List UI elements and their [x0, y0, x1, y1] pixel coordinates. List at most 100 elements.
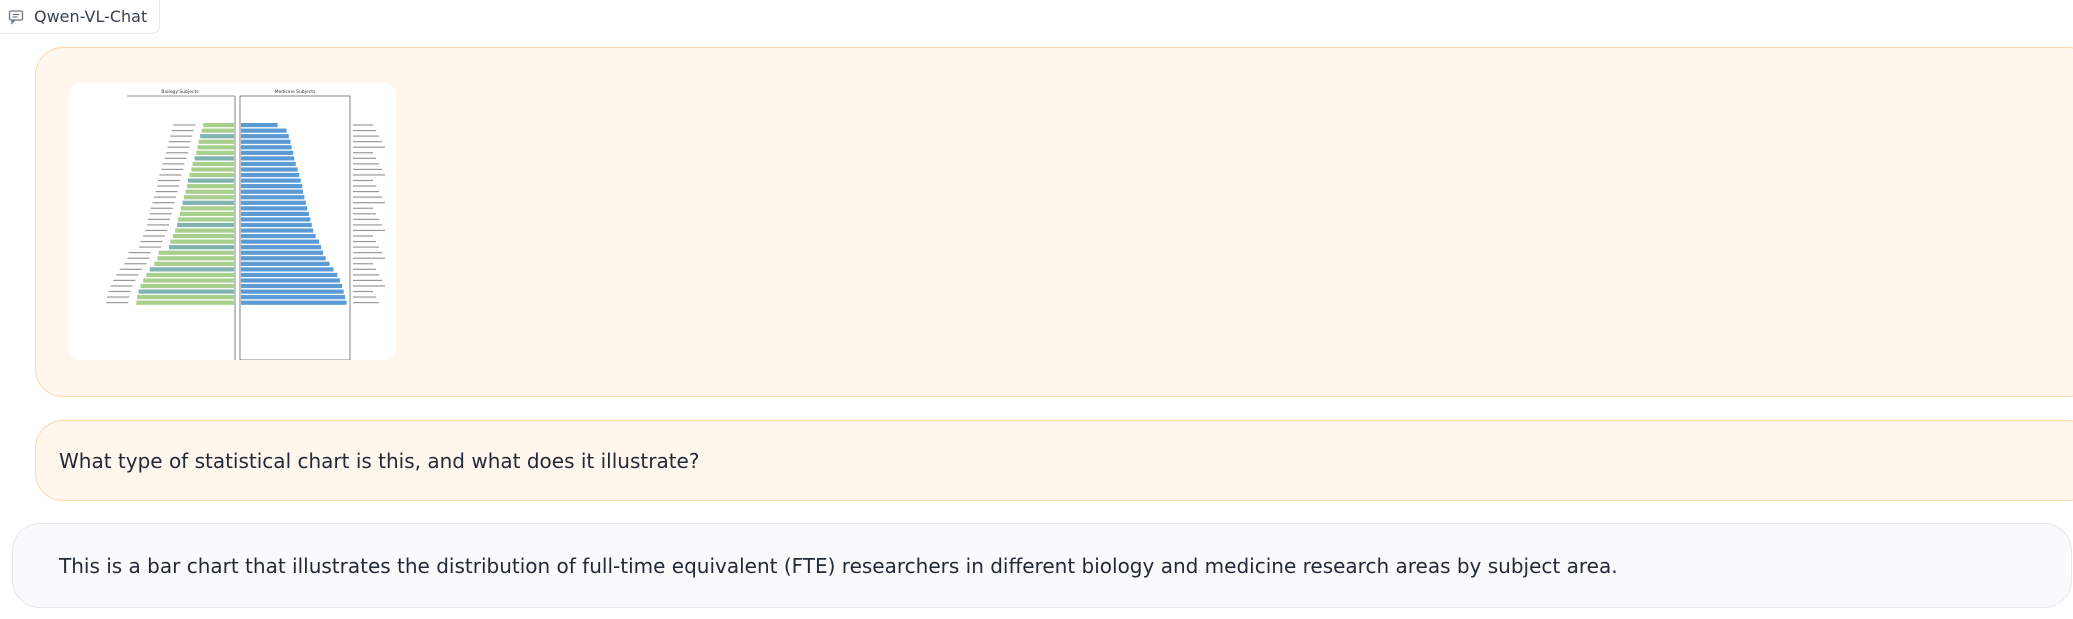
medicine-row-label [353, 218, 379, 220]
medicine-bar [241, 261, 330, 266]
medicine-row-label [353, 196, 382, 198]
biology-row-label [113, 279, 136, 281]
medicine-bar [241, 189, 303, 194]
medicine-row-label [353, 257, 385, 259]
medicine-row-label [353, 157, 376, 159]
biology-bar [201, 128, 234, 133]
biology-bar [192, 161, 234, 167]
medicine-row-label [353, 235, 373, 237]
medicine-row-label [353, 207, 373, 209]
medicine-bar [241, 211, 309, 216]
biology-row-label [110, 285, 133, 287]
biology-bar [170, 239, 234, 244]
medicine-bar [241, 295, 346, 300]
medicine-bar [241, 172, 300, 178]
medicine-row-label [353, 224, 382, 226]
medicine-bar [241, 200, 306, 205]
biology-bar [136, 300, 234, 305]
biology-row-label [145, 229, 168, 232]
medicine-row-label [353, 202, 385, 204]
medicine-bar [241, 267, 334, 272]
medicine-row-label [353, 179, 373, 182]
chart-image-thumbnail[interactable]: Biology Subjects Medicine Subjects [69, 83, 396, 360]
medicine-row-label [353, 135, 379, 137]
medicine-row-label [353, 129, 376, 132]
biology-row-label [107, 296, 130, 298]
biology-row-label [159, 174, 182, 176]
biology-bar [140, 283, 234, 289]
question-text: What type of statistical chart is this, … [59, 448, 700, 473]
medicine-bar [241, 123, 278, 128]
biology-bar [189, 172, 234, 178]
biology-bar [198, 139, 234, 144]
medicine-bar [241, 250, 324, 255]
biology-row-label [124, 263, 147, 265]
app-title-tab[interactable]: Qwen-VL-Chat [0, 0, 161, 34]
medicine-bar [241, 283, 343, 289]
biology-bar [175, 228, 234, 233]
biology-bar [138, 289, 234, 294]
biology-bar [177, 217, 234, 222]
medicine-row-label [353, 252, 382, 254]
medicine-row-label [353, 268, 376, 270]
biology-row-label [157, 185, 180, 187]
biology-row-label [149, 213, 172, 215]
biology-row-label [108, 290, 131, 293]
biology-row-label [155, 191, 178, 193]
medicine-row-label [353, 296, 376, 298]
medicine-bar [241, 289, 344, 294]
medicine-row-label [353, 191, 379, 193]
biology-row-label [157, 179, 180, 182]
biology-row-label [128, 252, 151, 254]
medicine-row-label [353, 274, 379, 276]
biology-bar [177, 222, 234, 228]
medicine-bar [241, 234, 316, 239]
medicine-bar [241, 167, 298, 172]
medicine-row-label [353, 229, 385, 232]
medicine-bar [241, 256, 326, 261]
biology-bar [180, 206, 234, 211]
biology-bar [185, 189, 234, 194]
medicine-bar [241, 139, 291, 144]
answer-text: This is a bar chart that illustrates the… [59, 553, 1618, 578]
biology-bar [200, 134, 234, 139]
biology-bar [146, 272, 234, 278]
biology-row-label [168, 141, 191, 143]
biology-bar [182, 200, 234, 205]
medicine-bar [241, 245, 322, 250]
medicine-row-label [353, 152, 373, 154]
biology-chart-title: Biology Subjects [161, 89, 199, 95]
medicine-bar [241, 156, 295, 161]
medicine-row-label [353, 279, 382, 281]
biology-row-label [142, 235, 165, 237]
assistant-message: This is a bar chart that illustrates the… [12, 523, 2072, 608]
biology-row-label [106, 302, 129, 304]
biology-row-label [170, 135, 193, 137]
biology-bar [169, 245, 234, 250]
medicine-row-label [353, 213, 376, 215]
medicine-bar [241, 134, 289, 139]
medicine-row-label [353, 285, 385, 287]
biology-row-label [150, 207, 173, 209]
biology-bar [158, 250, 234, 255]
biology-bar [184, 195, 234, 200]
biology-bar [187, 184, 234, 189]
medicine-bar [241, 184, 303, 189]
medicine-row-label [353, 168, 382, 170]
medicine-bar [241, 228, 314, 233]
biology-bar [197, 145, 234, 150]
medicine-row-label [353, 302, 379, 304]
user-message-question: What type of statistical chart is this, … [35, 420, 2073, 501]
biology-bar [172, 234, 234, 239]
app-title-label: Qwen-VL-Chat [34, 7, 148, 26]
medicine-bar [241, 300, 347, 305]
medicine-row-label [353, 290, 373, 293]
biology-row-label [154, 196, 176, 198]
biology-bar [179, 211, 234, 216]
biology-row-label [171, 129, 194, 132]
medicine-bar [241, 178, 301, 183]
medicine-row-label [353, 163, 379, 165]
medicine-row-label [353, 124, 373, 126]
medicine-row-label [353, 246, 379, 248]
biology-row-label [164, 157, 187, 159]
